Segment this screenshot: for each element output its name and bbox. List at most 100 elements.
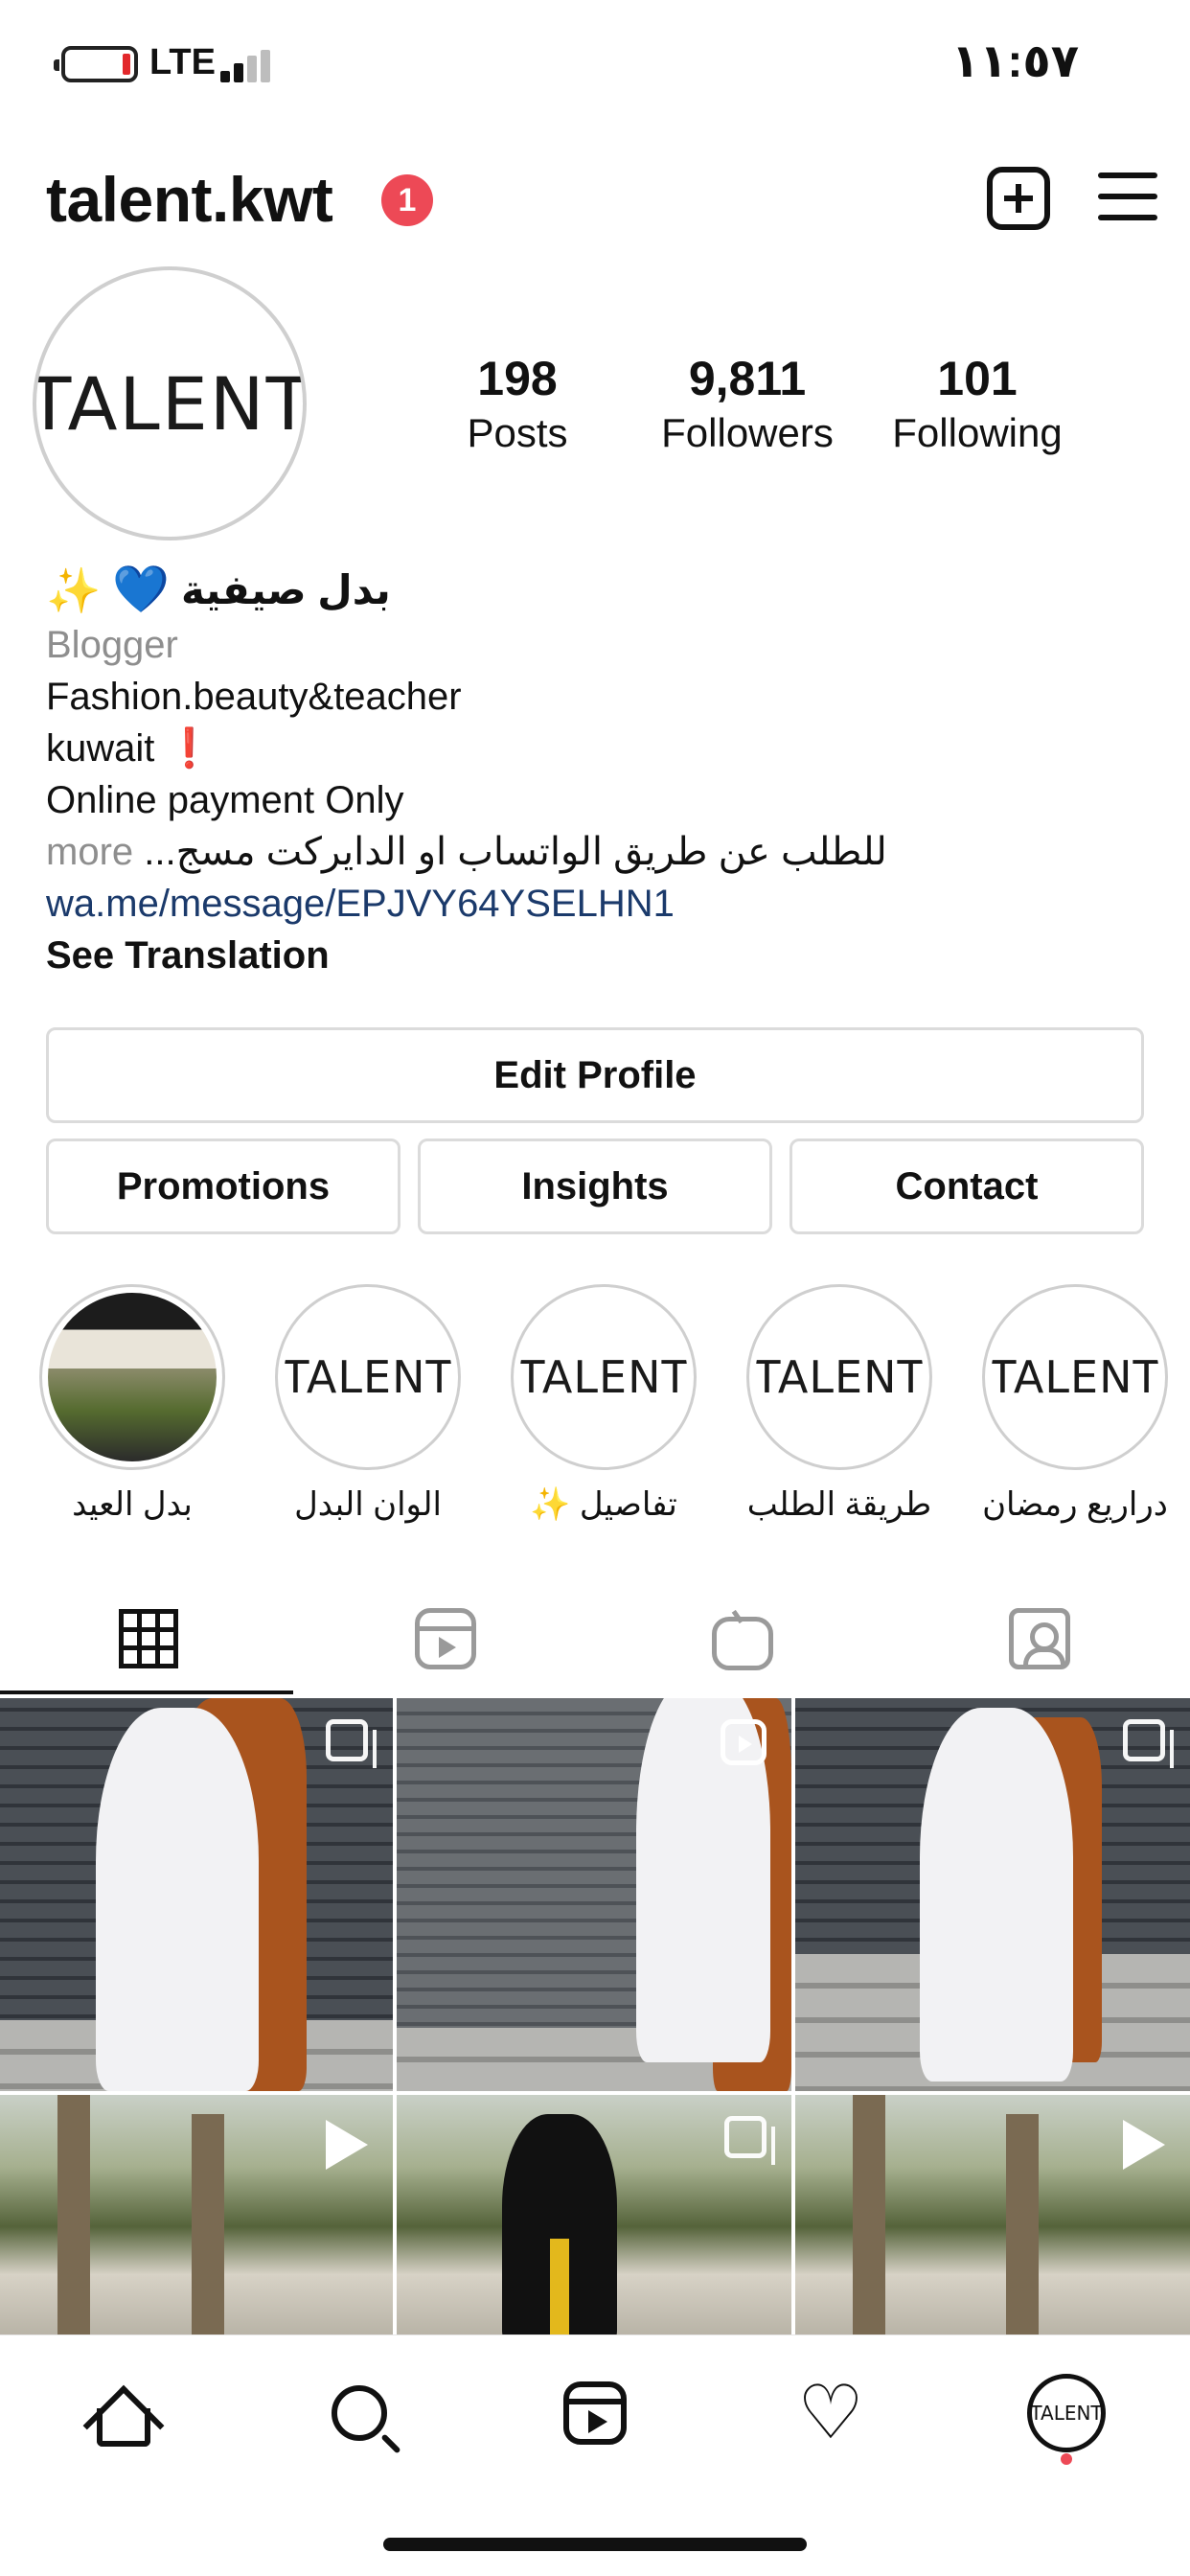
- bio-location: kuwait: [46, 727, 155, 770]
- followers-label: Followers: [661, 410, 834, 455]
- notification-badge[interactable]: 1: [381, 174, 433, 226]
- video-play-icon: [326, 2120, 368, 2170]
- highlight-ring: [39, 1284, 225, 1470]
- promotions-button[interactable]: Promotions: [46, 1138, 400, 1234]
- post-thumbnail[interactable]: [795, 1698, 1190, 2091]
- posts-stat[interactable]: 198 Posts: [402, 351, 632, 456]
- highlight-ring: TALENT: [275, 1284, 461, 1470]
- post-thumbnail[interactable]: [0, 1698, 393, 2091]
- profile-avatar-icon: TALENT: [1027, 2374, 1106, 2452]
- reels-icon: [415, 1608, 476, 1669]
- contact-button[interactable]: Contact: [790, 1138, 1144, 1234]
- search-icon: [332, 2385, 387, 2441]
- story-highlight[interactable]: TALENT دراريع رمضان: [979, 1284, 1171, 1524]
- tab-reels[interactable]: [297, 1581, 594, 1696]
- bio-arabic-text: للطلب عن طريق الواتساب او الدايركت مسج..…: [144, 831, 887, 873]
- highlight-ring: TALENT: [511, 1284, 697, 1470]
- profile-bio: ✨ 💙 بدل صيفية Blogger Fashion.beauty&tea…: [46, 562, 1157, 981]
- igtv-icon: [712, 1617, 773, 1670]
- highlight-label: طريقة الطلب: [746, 1486, 932, 1523]
- highlight-label: بدل العيد: [72, 1486, 193, 1523]
- bio-line: Fashion.beauty&teacher: [46, 676, 462, 718]
- nav-search[interactable]: [316, 2370, 402, 2456]
- story-highlight[interactable]: TALENT الوان البدل: [272, 1284, 464, 1524]
- following-stat[interactable]: 101 Following: [862, 351, 1092, 456]
- posts-count: 198: [477, 352, 558, 405]
- video-play-icon: [1123, 2120, 1165, 2170]
- tab-posts-grid[interactable]: [0, 1581, 297, 1696]
- highlight-cover: TALENT: [519, 1293, 688, 1461]
- post-thumbnail[interactable]: [795, 2095, 1190, 2334]
- nav-profile[interactable]: TALENT: [1023, 2370, 1110, 2456]
- highlight-logo: TALENT: [519, 1351, 688, 1403]
- highlight-ring: TALENT: [746, 1284, 932, 1470]
- profile-category: Blogger: [46, 624, 178, 666]
- status-bar: LTE ١١:٥٧: [0, 0, 1190, 134]
- profile-tabs: [0, 1581, 1190, 1696]
- home-indicator[interactable]: [383, 2538, 807, 2551]
- bio-website-link[interactable]: wa.me/message/EPJVY64YSELHN1: [46, 878, 1157, 930]
- new-post-icon[interactable]: [987, 167, 1050, 230]
- battery-icon: [54, 46, 138, 82]
- highlight-label: تفاصيل ✨: [530, 1486, 677, 1523]
- grid-icon: [119, 1609, 178, 1668]
- bio-line: Online payment Only: [46, 779, 404, 821]
- highlight-cover: TALENT: [284, 1293, 452, 1461]
- followers-stat[interactable]: 9,811 Followers: [632, 351, 862, 456]
- bio-line-truncated: more للطلب عن طريق الواتساب او الدايركت …: [46, 826, 1157, 878]
- display-name-text: بدل صيفية: [181, 567, 391, 612]
- username-switcher[interactable]: talent.kwt: [46, 163, 333, 236]
- followers-count: 9,811: [688, 352, 807, 405]
- highlight-cover: TALENT: [755, 1293, 924, 1461]
- reel-icon: [721, 1719, 767, 1765]
- profile-notification-dot: [1061, 2453, 1072, 2465]
- posts-label: Posts: [467, 410, 568, 455]
- network-label: LTE: [149, 42, 216, 82]
- tagged-icon: [1009, 1608, 1070, 1669]
- edit-profile-button[interactable]: Edit Profile: [46, 1027, 1144, 1123]
- highlight-label: الوان البدل: [294, 1486, 442, 1523]
- highlight-label: دراريع رمضان: [982, 1486, 1168, 1523]
- nav-activity[interactable]: ♡: [788, 2370, 874, 2456]
- profile-header: talent.kwt 1: [46, 163, 1157, 240]
- carousel-icon: [1123, 1719, 1174, 1768]
- post-thumbnail[interactable]: [397, 2095, 791, 2334]
- following-label: Following: [892, 410, 1063, 455]
- status-time: ١١:٥٧: [950, 36, 1079, 87]
- bio-more-link[interactable]: more: [46, 831, 133, 873]
- post-thumbnail[interactable]: [397, 1698, 791, 2091]
- story-highlight[interactable]: TALENT تفاصيل ✨: [508, 1284, 699, 1524]
- highlight-cover: TALENT: [991, 1293, 1159, 1461]
- highlight-logo: TALENT: [991, 1351, 1159, 1403]
- following-count: 101: [937, 352, 1018, 405]
- profile-avatar[interactable]: TALENT: [33, 266, 307, 540]
- sparkles-icon: ✨: [46, 565, 102, 615]
- story-highlight[interactable]: TALENT طريقة الطلب: [744, 1284, 935, 1524]
- tab-igtv[interactable]: [594, 1581, 891, 1696]
- signal-icon: [220, 50, 278, 82]
- highlight-ring: TALENT: [982, 1284, 1168, 1470]
- nav-home[interactable]: [80, 2370, 167, 2467]
- nav-profile-logo: TALENT: [1030, 2402, 1103, 2425]
- blue-heart-icon: 💙: [112, 564, 171, 615]
- carousel-icon: [724, 2116, 775, 2165]
- post-thumbnail[interactable]: [0, 2095, 393, 2334]
- menu-icon[interactable]: [1098, 172, 1157, 220]
- active-tab-indicator: [0, 1690, 293, 1694]
- avatar-logo: TALENT: [33, 360, 307, 447]
- heart-icon: ♡: [797, 2370, 864, 2456]
- story-highlight[interactable]: بدل العيد: [36, 1284, 228, 1524]
- reels-icon: [563, 2381, 627, 2445]
- bio-line: kuwait ❗: [46, 723, 1157, 774]
- see-translation-link[interactable]: See Translation: [46, 930, 1157, 981]
- highlight-logo: TALENT: [755, 1351, 924, 1403]
- carousel-icon: [326, 1719, 377, 1768]
- tab-tagged[interactable]: [891, 1581, 1188, 1696]
- display-name: ✨ 💙 بدل صيفية: [46, 562, 1157, 619]
- exclamation-icon: ❗: [165, 727, 214, 770]
- insights-button[interactable]: Insights: [418, 1138, 772, 1234]
- highlight-cover-photo: [48, 1293, 217, 1461]
- home-icon: [82, 2383, 165, 2467]
- nav-reels[interactable]: [552, 2370, 638, 2456]
- highlight-logo: TALENT: [284, 1351, 452, 1403]
